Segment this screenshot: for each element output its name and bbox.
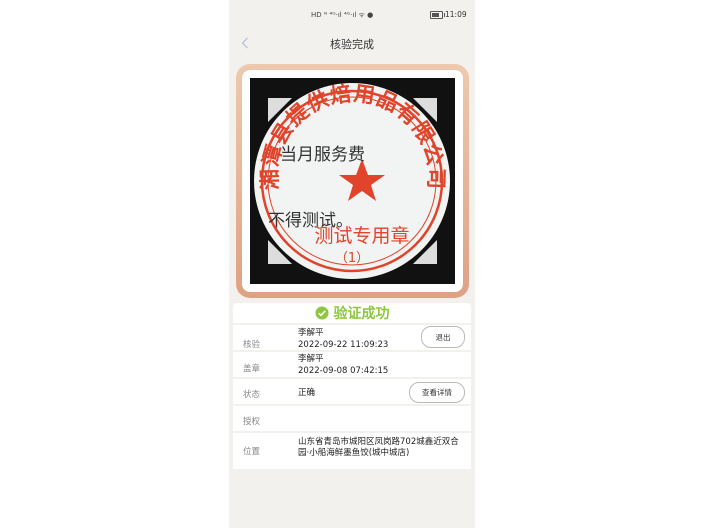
- battery-icon: [430, 11, 445, 19]
- seal-photo: 湘潭县提供焙用品有限公司 当月服务费 不得测试。 测试专用章 （1）: [242, 70, 463, 292]
- row-stamp-name: 李解平: [298, 354, 324, 364]
- nav-bar: 核验完成: [229, 28, 475, 60]
- seal-line-1: 当月服务费: [280, 145, 365, 165]
- row-verify: 核验 李解平 2022-09-22 11:09:23 退出: [233, 323, 471, 350]
- seal-number: （1）: [335, 251, 369, 266]
- view-details-button[interactable]: 查看详情: [409, 382, 465, 403]
- row-state-label: 状态: [243, 390, 261, 400]
- seal-photo-frame: 湘潭县提供焙用品有限公司 当月服务费 不得测试。 测试专用章 （1）: [236, 64, 469, 298]
- row-auth-label: 授权: [243, 417, 261, 427]
- row-location: 位置 山东省青岛市城阳区凤岗路702城鑫近双合园·小船海鲜墨鱼饺(城中城店): [233, 431, 471, 469]
- status-bar: HD ᴺ ⁴ᴳ·ıl ⁴ᴳ·ıl ᯤ ● 11:09: [229, 0, 475, 28]
- row-stamp: 盖章 李解平 2022-09-08 07:42:15: [233, 350, 471, 377]
- row-verify-name: 李解平: [298, 328, 324, 338]
- row-state-value: 正确: [298, 388, 316, 398]
- network-icons: HD ᴺ ⁴ᴳ·ıl ⁴ᴳ·ıl ᯤ ●: [311, 11, 374, 19]
- seal-bottom-text: 测试专用章: [314, 225, 409, 247]
- result-header: 验证成功: [233, 303, 471, 323]
- status-icons: HD ᴺ ⁴ᴳ·ıl ⁴ᴳ·ıl ᯤ ●: [311, 9, 373, 21]
- row-verify-label: 核验: [243, 340, 261, 350]
- exit-button[interactable]: 退出: [421, 326, 465, 348]
- row-auth: 授权: [233, 404, 471, 431]
- row-state: 状态 正确 查看详情: [233, 377, 471, 404]
- row-location-label: 位置: [243, 447, 261, 457]
- status-time: 11:09: [445, 10, 467, 19]
- verification-result-card: 验证成功 核验 李解平 2022-09-22 11:09:23 退出 盖章 李解…: [233, 303, 471, 469]
- check-circle-icon: [315, 306, 328, 320]
- row-stamp-time: 2022-09-08 07:42:15: [298, 366, 389, 376]
- phone-screen: HD ᴺ ⁴ᴳ·ıl ⁴ᴳ·ıl ᯤ ● 11:09 核验完成 湘潭县提供焙用品…: [229, 0, 475, 528]
- seal-image: 湘潭县提供焙用品有限公司 当月服务费 不得测试。 测试专用章 （1）: [250, 78, 455, 284]
- page-title: 核验完成: [330, 38, 374, 51]
- result-title: 验证成功: [333, 306, 390, 322]
- row-stamp-label: 盖章: [243, 364, 261, 374]
- row-location-value: 山东省青岛市城阳区凤岗路702城鑫近双合园·小船海鲜墨鱼饺(城中城店): [298, 437, 459, 458]
